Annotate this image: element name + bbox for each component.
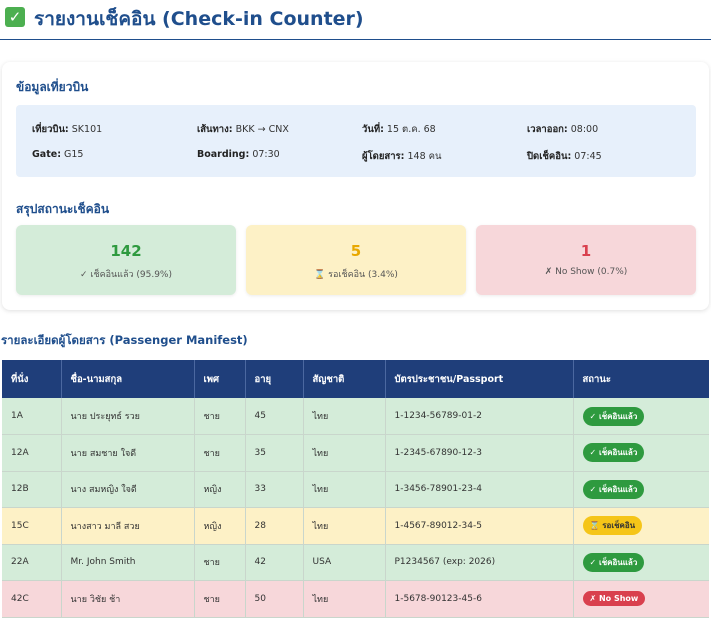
nationality-cell: USA (303, 544, 386, 581)
gender-cell: หญิง (194, 471, 246, 508)
page-title: รายงานเช็คอิน (Check-in Counter) (34, 8, 364, 30)
column-header-gender[interactable]: เพศ (194, 360, 246, 398)
status-cell: ✓ เช็คอินแล้ว (573, 544, 709, 581)
table-row[interactable]: 12A นาย สมชาย ใจดี ชาย 35 ไทย 1-2345-678… (2, 434, 709, 472)
status-badge: ✓ เช็คอินแล้ว (582, 443, 645, 463)
table-row[interactable]: 15C นางสาว มาลี สวย หญิง 28 ไทย 1-4567-8… (2, 507, 709, 545)
check-box-icon: ✓ (5, 7, 25, 27)
status-badge: ✓ เช็คอินแล้ว (582, 552, 645, 572)
column-header-nationality[interactable]: สัญชาติ (303, 360, 386, 398)
table-row[interactable]: 1A นาย ประยุทธ์ รวย ชาย 45 ไทย 1-1234-56… (2, 398, 709, 435)
name-cell: นาย วิชัย ช้า (61, 580, 195, 618)
seat-cell: 15C (2, 507, 62, 545)
status-cell: ⌛ รอเช็คอิน (573, 507, 709, 545)
gender-cell: ชาย (194, 580, 246, 618)
age-cell: 42 (245, 544, 304, 581)
flight-info-heading: ข้อมูลเที่ยวบิน (16, 80, 89, 94)
gender-cell: ชาย (194, 544, 246, 581)
checked-in-label: ✓ เช็คอินแล้ว (95.9%) (79, 270, 172, 280)
status-cell: ✗ No Show (573, 580, 709, 618)
gender-cell: ชาย (194, 398, 246, 435)
nationality-cell: ไทย (303, 398, 386, 435)
flight-date: วันที่: 15 ต.ค. 68 (362, 124, 436, 135)
age-cell: 33 (245, 471, 304, 508)
departure-time: เวลาออก: 08:00 (527, 124, 599, 135)
flight-route: เส้นทาง: BKK → CNX (197, 124, 289, 135)
nationality-cell: ไทย (303, 580, 386, 618)
seat-cell: 22A (2, 544, 62, 581)
manifest-heading: รายละเอียดผู้โดยสาร (Passenger Manifest) (1, 333, 248, 347)
age-cell: 28 (245, 507, 304, 545)
passenger-count: ผู้โดยสาร: 148 คน (362, 151, 442, 162)
column-header-age[interactable]: อายุ (245, 360, 304, 398)
stat-no-show: 1 ✗ No Show (0.7%) (476, 225, 696, 295)
flight-info-box: เที่ยวบิน: SK101 เส้นทาง: BKK → CNX วันท… (16, 105, 696, 177)
status-cell: ✓ เช็คอินแล้ว (573, 434, 709, 472)
status-cell: ✓ เช็คอินแล้ว (573, 398, 709, 435)
seat-cell: 12A (2, 434, 62, 472)
seat-cell: 12B (2, 471, 62, 508)
seat-cell: 42C (2, 580, 62, 618)
column-header-status[interactable]: สถานะ (573, 360, 709, 398)
no-show-label: ✗ No Show (0.7%) (544, 267, 628, 277)
waiting-count: 5 (350, 242, 362, 260)
flight-card: ข้อมูลเที่ยวบิน เที่ยวบิน: SK101 เส้นทาง… (2, 62, 709, 310)
name-cell: นางสาว มาลี สวย (61, 507, 195, 545)
nationality-cell: ไทย (303, 471, 386, 508)
column-header-id[interactable]: บัตรประชาชน/Passport (385, 360, 574, 398)
name-cell: นาง สมหญิง ใจดี (61, 471, 195, 508)
table-header-row: ที่นั่ง ชื่อ-นามสกุล เพศ อายุ สัญชาติ บั… (2, 360, 709, 398)
status-badge: ✓ เช็คอินแล้ว (582, 479, 645, 499)
name-cell: นาย สมชาย ใจดี (61, 434, 195, 472)
stat-checked-in: 142 ✓ เช็คอินแล้ว (95.9%) (16, 225, 236, 295)
no-show-count: 1 (580, 242, 592, 260)
name-cell: นาย ประยุทธ์ รวย (61, 398, 195, 435)
nationality-cell: ไทย (303, 507, 386, 545)
id-cell: 1-4567-89012-34-5 (385, 507, 574, 545)
nationality-cell: ไทย (303, 434, 386, 472)
summary-heading: สรุปสถานะเช็คอิน (16, 202, 110, 216)
id-cell: 1-5678-90123-45-6 (385, 580, 574, 618)
boarding-time: Boarding: 07:30 (197, 149, 280, 160)
waiting-label: ⌛ รอเช็คอิน (3.4%) (314, 270, 398, 280)
column-header-name[interactable]: ชื่อ-นามสกุล (61, 360, 195, 398)
status-badge: ✓ เช็คอินแล้ว (582, 406, 645, 426)
table-row[interactable]: 12B นาง สมหญิง ใจดี หญิง 33 ไทย 1-3456-7… (2, 471, 709, 508)
id-cell: 1-3456-78901-23-4 (385, 471, 574, 508)
table-row[interactable]: 42C นาย วิชัย ช้า ชาย 50 ไทย 1-5678-9012… (2, 580, 709, 618)
seat-cell: 1A (2, 398, 62, 435)
flight-number: เที่ยวบิน: SK101 (32, 124, 103, 135)
checked-in-count: 142 (110, 242, 142, 260)
status-cell: ✓ เช็คอินแล้ว (573, 471, 709, 508)
column-header-seat[interactable]: ที่นั่ง (2, 360, 62, 398)
gender-cell: หญิง (194, 507, 246, 545)
status-badge: ⌛ รอเช็คอิน (582, 516, 643, 536)
id-cell: 1-1234-56789-01-2 (385, 398, 574, 435)
stat-waiting: 5 ⌛ รอเช็คอิน (3.4%) (246, 225, 466, 295)
age-cell: 45 (245, 398, 304, 435)
status-badge: ✗ No Show (582, 591, 646, 607)
id-cell: P1234567 (exp: 2026) (385, 544, 574, 581)
gender-cell: ชาย (194, 434, 246, 472)
age-cell: 35 (245, 434, 304, 472)
page-header: ✓ รายงานเช็คอิน (Check-in Counter) (0, 0, 711, 40)
gate: Gate: G15 (32, 149, 84, 160)
age-cell: 50 (245, 580, 304, 618)
name-cell: Mr. John Smith (61, 544, 195, 581)
id-cell: 1-2345-67890-12-3 (385, 434, 574, 472)
passenger-manifest-table: ที่นั่ง ชื่อ-นามสกุล เพศ อายุ สัญชาติ บั… (2, 360, 709, 618)
checkin-close-time: ปิดเช็คอิน: 07:45 (527, 151, 602, 162)
table-row[interactable]: 22A Mr. John Smith ชาย 42 USA P1234567 (… (2, 544, 709, 581)
